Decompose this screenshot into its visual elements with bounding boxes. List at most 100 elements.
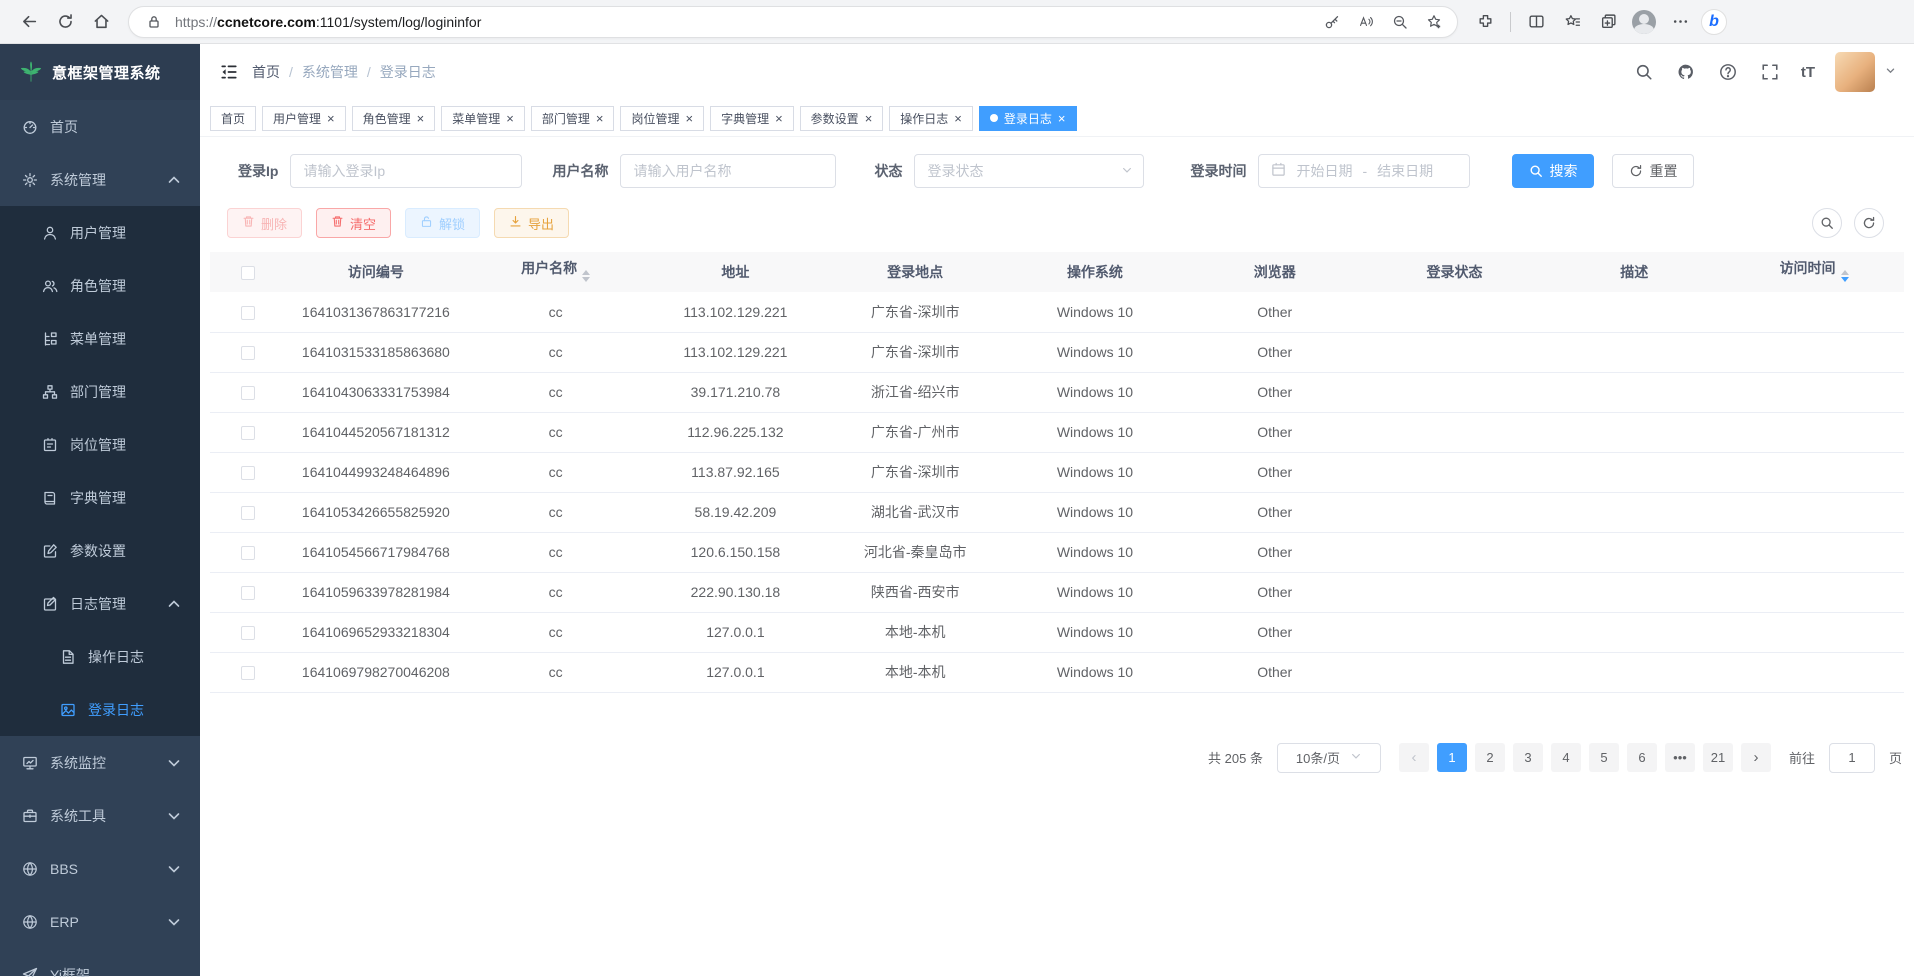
sidebar-item-yi-framework[interactable]: Yi框架 <box>0 948 200 977</box>
sort-caret-icon[interactable] <box>582 266 590 286</box>
extensions-icon[interactable] <box>1470 7 1500 37</box>
row-checkbox[interactable] <box>241 626 255 640</box>
show-search-button[interactable] <box>1812 208 1842 238</box>
export-button[interactable]: 导出 <box>494 208 569 238</box>
github-icon[interactable] <box>1675 61 1697 83</box>
sidebar-item-bbs[interactable]: BBS <box>0 842 200 895</box>
close-icon[interactable]: × <box>596 112 604 125</box>
table-row[interactable]: 1641044993248464896cc113.87.92.165广东省-深圳… <box>210 452 1904 492</box>
sidebar-item-param-settings[interactable]: 参数设置 <box>0 524 200 577</box>
row-checkbox[interactable] <box>241 666 255 680</box>
read-aloud-icon[interactable] <box>1353 9 1379 35</box>
page-button[interactable]: 6 <box>1627 743 1657 772</box>
close-icon[interactable]: × <box>865 112 873 125</box>
sidebar-item-dict-mgmt[interactable]: 字典管理 <box>0 471 200 524</box>
tab-user-mgmt[interactable]: 用户管理× <box>262 106 346 131</box>
row-checkbox[interactable] <box>241 386 255 400</box>
row-checkbox[interactable] <box>241 426 255 440</box>
column-header[interactable]: 用户名称 <box>466 252 646 292</box>
tab-role-mgmt[interactable]: 角色管理× <box>352 106 436 131</box>
tab-dept-mgmt[interactable]: 部门管理× <box>531 106 615 131</box>
password-key-icon[interactable] <box>1319 9 1345 35</box>
date-range-picker[interactable]: 开始日期 - 结束日期 <box>1258 154 1470 188</box>
back-icon[interactable] <box>14 7 44 37</box>
close-icon[interactable]: × <box>775 112 783 125</box>
app-logo[interactable]: 意框架管理系统 <box>0 44 200 100</box>
search-button[interactable]: 搜索 <box>1512 154 1594 188</box>
more-pages-icon[interactable]: ••• <box>1665 743 1695 772</box>
ip-input[interactable] <box>290 154 522 188</box>
column-header[interactable]: 访问时间 <box>1724 252 1904 292</box>
page-button[interactable]: 21 <box>1703 743 1733 772</box>
select-all-checkbox[interactable] <box>241 266 255 280</box>
fullscreen-icon[interactable] <box>1759 61 1781 83</box>
sidebar-item-user-mgmt[interactable]: 用户管理 <box>0 206 200 259</box>
page-button[interactable]: 1 <box>1437 743 1467 772</box>
breadcrumb-item[interactable]: 系统管理 <box>302 62 358 82</box>
close-icon[interactable]: × <box>954 112 962 125</box>
tab-operation-log[interactable]: 操作日志× <box>889 106 973 131</box>
table-row[interactable]: 1641069652933218304cc127.0.0.1本地-本机Windo… <box>210 612 1904 652</box>
table-row[interactable]: 1641031533185863680cc113.102.129.221广东省-… <box>210 332 1904 372</box>
sidebar-item-log-mgmt[interactable]: 日志管理 <box>0 577 200 630</box>
tab-dict-mgmt[interactable]: 字典管理× <box>710 106 794 131</box>
page-button[interactable]: 3 <box>1513 743 1543 772</box>
home-icon[interactable] <box>86 7 116 37</box>
more-icon[interactable] <box>1665 7 1695 37</box>
question-icon[interactable] <box>1717 61 1739 83</box>
sidebar-item-post-mgmt[interactable]: 岗位管理 <box>0 418 200 471</box>
tab-post-mgmt[interactable]: 岗位管理× <box>620 106 704 131</box>
page-button[interactable]: 4 <box>1551 743 1581 772</box>
font-size-icon[interactable]: tT <box>1801 64 1815 81</box>
row-checkbox[interactable] <box>241 586 255 600</box>
chevron-down-icon[interactable] <box>1885 63 1896 81</box>
sidebar-item-dept-mgmt[interactable]: 部门管理 <box>0 365 200 418</box>
page-button[interactable]: 5 <box>1589 743 1619 772</box>
row-checkbox[interactable] <box>241 466 255 480</box>
breadcrumb-item[interactable]: 登录日志 <box>380 62 436 82</box>
close-icon[interactable]: × <box>417 112 425 125</box>
zoom-out-icon[interactable] <box>1387 9 1413 35</box>
table-row[interactable]: 1641031367863177216cc113.102.129.221广东省-… <box>210 292 1904 332</box>
tab-param-settings[interactable]: 参数设置× <box>800 106 884 131</box>
close-icon[interactable]: × <box>506 112 514 125</box>
table-row[interactable]: 1641053426655825920cc58.19.42.209湖北省-武汉市… <box>210 492 1904 532</box>
sidebar-fold-icon[interactable] <box>212 55 246 89</box>
search-icon[interactable] <box>1633 61 1655 83</box>
lock-icon[interactable] <box>141 9 167 35</box>
sidebar-item-login-log[interactable]: 登录日志 <box>0 683 200 736</box>
table-row[interactable]: 1641044520567181312cc112.96.225.132广东省-广… <box>210 412 1904 452</box>
close-icon[interactable]: × <box>685 112 693 125</box>
sidebar-item-erp[interactable]: ERP <box>0 895 200 948</box>
favorite-add-icon[interactable] <box>1421 9 1447 35</box>
row-checkbox[interactable] <box>241 506 255 520</box>
user-avatar[interactable] <box>1835 52 1875 92</box>
sidebar-item-operation-log[interactable]: 操作日志 <box>0 630 200 683</box>
refresh-table-button[interactable] <box>1854 208 1884 238</box>
sidebar-item-menu-mgmt[interactable]: 菜单管理 <box>0 312 200 365</box>
favorites-bar-icon[interactable] <box>1557 7 1587 37</box>
address-bar[interactable]: https://ccnetcore.com:1101/system/log/lo… <box>128 6 1458 38</box>
sidebar-item-system-monitor[interactable]: 系统监控 <box>0 736 200 789</box>
username-input[interactable] <box>620 154 836 188</box>
row-checkbox[interactable] <box>241 546 255 560</box>
tab-home[interactable]: 首页 <box>210 106 256 131</box>
sidebar-item-role-mgmt[interactable]: 角色管理 <box>0 259 200 312</box>
status-select[interactable]: 登录状态 <box>914 154 1144 188</box>
copilot-icon[interactable]: b <box>1701 9 1727 35</box>
row-checkbox[interactable] <box>241 306 255 320</box>
reload-icon[interactable] <box>50 7 80 37</box>
table-row[interactable]: 1641059633978281984cc222.90.130.18陕西省-西安… <box>210 572 1904 612</box>
page-size-select[interactable]: 10条/页 <box>1277 743 1381 773</box>
sidebar-item-home[interactable]: 首页 <box>0 100 200 153</box>
breadcrumb-item[interactable]: 首页 <box>252 62 280 82</box>
table-row[interactable]: 1641054566717984768cc120.6.150.158河北省-秦皇… <box>210 532 1904 572</box>
sort-caret-icon[interactable] <box>1841 266 1849 286</box>
collections-icon[interactable] <box>1593 7 1623 37</box>
reset-button[interactable]: 重置 <box>1612 154 1694 188</box>
tab-login-log[interactable]: 登录日志× <box>979 106 1077 131</box>
close-icon[interactable]: × <box>1058 112 1066 125</box>
profile-icon[interactable] <box>1629 7 1659 37</box>
split-screen-icon[interactable] <box>1521 7 1551 37</box>
sidebar-item-system-mgmt[interactable]: 系统管理 <box>0 153 200 206</box>
